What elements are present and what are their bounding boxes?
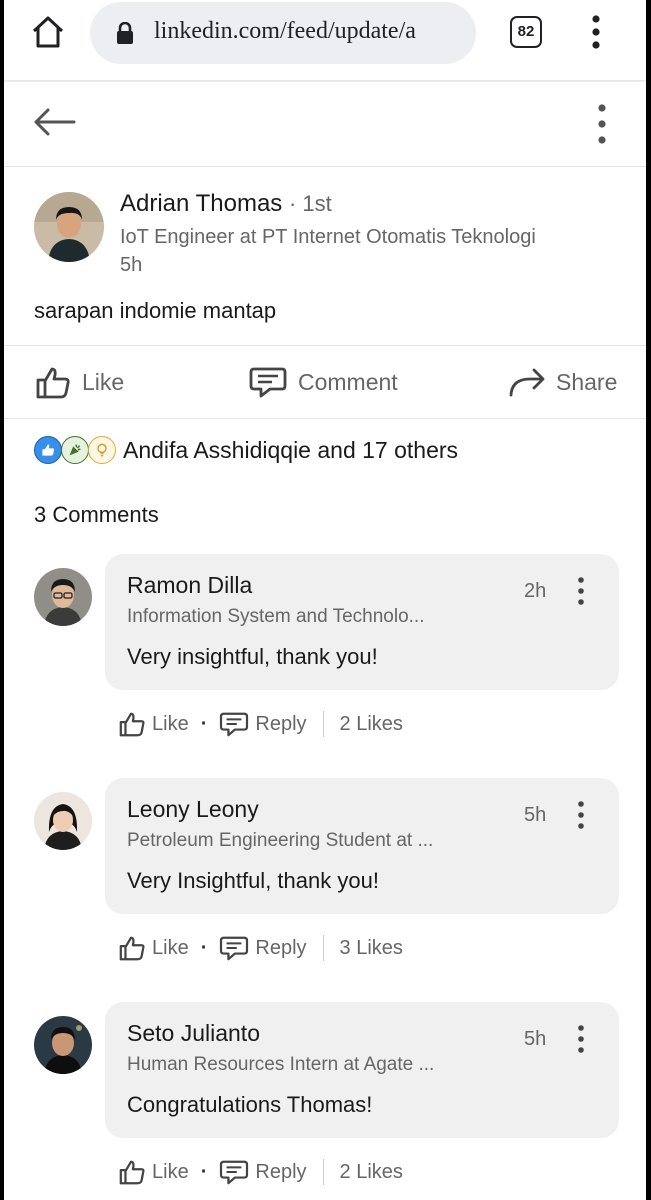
author-name[interactable]: Adrian Thomas xyxy=(120,190,282,217)
like-icon xyxy=(36,367,70,399)
reactor-name: Andifa Asshidiqqie xyxy=(123,436,311,463)
browser-toolbar: linkedin.com/feed/update/a 82 xyxy=(4,0,646,80)
commenter-headline: Human Resources Intern at Agate ... xyxy=(127,1054,435,1075)
separator-dot: · xyxy=(200,936,208,959)
browser-menu-icon[interactable] xyxy=(586,14,606,50)
tab-switcher-button[interactable]: 82 xyxy=(510,16,542,48)
share-button[interactable]: Share xyxy=(508,364,617,400)
home-icon[interactable] xyxy=(30,14,66,50)
comment-label: Comment xyxy=(298,368,398,395)
comment-timestamp: 5h xyxy=(524,804,547,826)
like-button[interactable]: Like xyxy=(34,364,124,400)
comment-like-count[interactable]: 2 Likes xyxy=(340,1161,403,1184)
divider xyxy=(322,935,324,961)
insightful-reaction-icon xyxy=(88,436,116,464)
lock-icon xyxy=(116,21,134,44)
like-icon xyxy=(119,936,145,961)
comment-like-label: Like xyxy=(152,712,189,735)
comment-like-label: Like xyxy=(152,936,189,959)
comment-menu-icon[interactable] xyxy=(575,1024,587,1054)
author-avatar[interactable] xyxy=(34,192,104,262)
comment-bubble: Ramon Dilla Information System and Techn… xyxy=(105,554,619,690)
commenter-avatar[interactable] xyxy=(34,568,92,626)
comment-reply-label: Reply xyxy=(255,1160,307,1183)
reply-icon xyxy=(220,712,249,737)
separator-dot: · xyxy=(200,1160,208,1183)
commenter-avatar[interactable] xyxy=(34,1016,92,1074)
share-arrow-icon xyxy=(509,368,545,397)
post-header-bar xyxy=(4,82,646,167)
commenter-name[interactable]: Leony Leony xyxy=(127,796,259,823)
reactions-others: 17 others xyxy=(362,436,459,463)
comment-reply-button[interactable]: Reply xyxy=(219,711,307,737)
post-overflow-menu-icon[interactable] xyxy=(592,102,612,146)
reply-icon xyxy=(220,936,249,961)
post-timestamp: 5h xyxy=(120,254,143,276)
url-text: linkedin.com/feed/update/a xyxy=(154,18,416,44)
connection-degree: · 1st xyxy=(288,191,332,216)
comment-menu-icon[interactable] xyxy=(575,800,587,830)
comment-reply-label: Reply xyxy=(255,936,307,959)
celebrate-reaction-icon xyxy=(61,436,89,464)
comment-timestamp: 2h xyxy=(524,580,547,602)
comment-like-button[interactable]: Like xyxy=(118,934,189,962)
commenter-headline: Petroleum Engineering Student at ... xyxy=(127,830,434,851)
post-body: sarapan indomie mantap xyxy=(34,298,277,323)
comment-bubble: Seto Julianto Human Resources Intern at … xyxy=(105,1002,619,1138)
like-reaction-icon xyxy=(34,436,62,464)
divider xyxy=(322,1159,324,1185)
comment-reply-button[interactable]: Reply xyxy=(219,1159,307,1185)
comment-like-button[interactable]: Like xyxy=(118,710,189,738)
comment-reply-button[interactable]: Reply xyxy=(219,935,307,961)
comment-like-button[interactable]: Like xyxy=(118,1158,189,1186)
comment-text: Congratulations Thomas! xyxy=(127,1092,373,1117)
like-label: Like xyxy=(82,368,125,395)
commenter-avatar[interactable] xyxy=(34,792,92,850)
commenter-headline: Information System and Technolo... xyxy=(127,606,425,627)
comment-button[interactable]: Comment xyxy=(248,364,398,400)
share-label: Share xyxy=(556,368,618,395)
separator-dot: · xyxy=(200,712,208,735)
address-bar[interactable]: linkedin.com/feed/update/a xyxy=(90,2,476,64)
comment-timestamp: 5h xyxy=(524,1028,547,1050)
comment-bubble: Leony Leony Petroleum Engineering Studen… xyxy=(105,778,619,914)
commenter-name[interactable]: Ramon Dilla xyxy=(127,572,252,599)
comment-like-count[interactable]: 3 Likes xyxy=(340,937,403,960)
comment-text: Very insightful, thank you! xyxy=(127,644,378,669)
page: linkedin.com/feed/update/a 82 Adrian Tho… xyxy=(4,0,646,1200)
comment-like-count[interactable]: 2 Likes xyxy=(340,713,403,736)
reactions-text: Andifa Asshidiqqie and 17 others xyxy=(123,437,458,464)
reactions-connector: and xyxy=(317,436,356,463)
comment-icon xyxy=(249,367,287,398)
like-icon xyxy=(119,1160,145,1185)
reply-icon xyxy=(220,1160,249,1185)
comment-like-label: Like xyxy=(152,1160,189,1183)
post-action-bar: Like Comment Share xyxy=(4,345,646,419)
comments-count: 3 Comments xyxy=(34,502,159,527)
comment-actions: Like · Reply 3 Likes xyxy=(118,933,403,963)
reactions-summary[interactable]: Andifa Asshidiqqie and 17 others xyxy=(34,436,458,464)
comment-actions: Like · Reply 2 Likes xyxy=(118,1157,403,1187)
author-headline: IoT Engineer at PT Internet Otomatis Tek… xyxy=(120,226,536,248)
back-arrow-icon[interactable] xyxy=(32,104,76,140)
like-icon xyxy=(119,712,145,737)
comment-menu-icon[interactable] xyxy=(575,576,587,606)
commenter-name[interactable]: Seto Julianto xyxy=(127,1020,260,1047)
comment-reply-label: Reply xyxy=(255,712,307,735)
divider xyxy=(322,711,324,737)
comment-actions: Like · Reply 2 Likes xyxy=(118,709,403,739)
author-name-line[interactable]: Adrian Thomas · 1st xyxy=(120,190,332,218)
comment-text: Very Insightful, thank you! xyxy=(127,868,379,893)
